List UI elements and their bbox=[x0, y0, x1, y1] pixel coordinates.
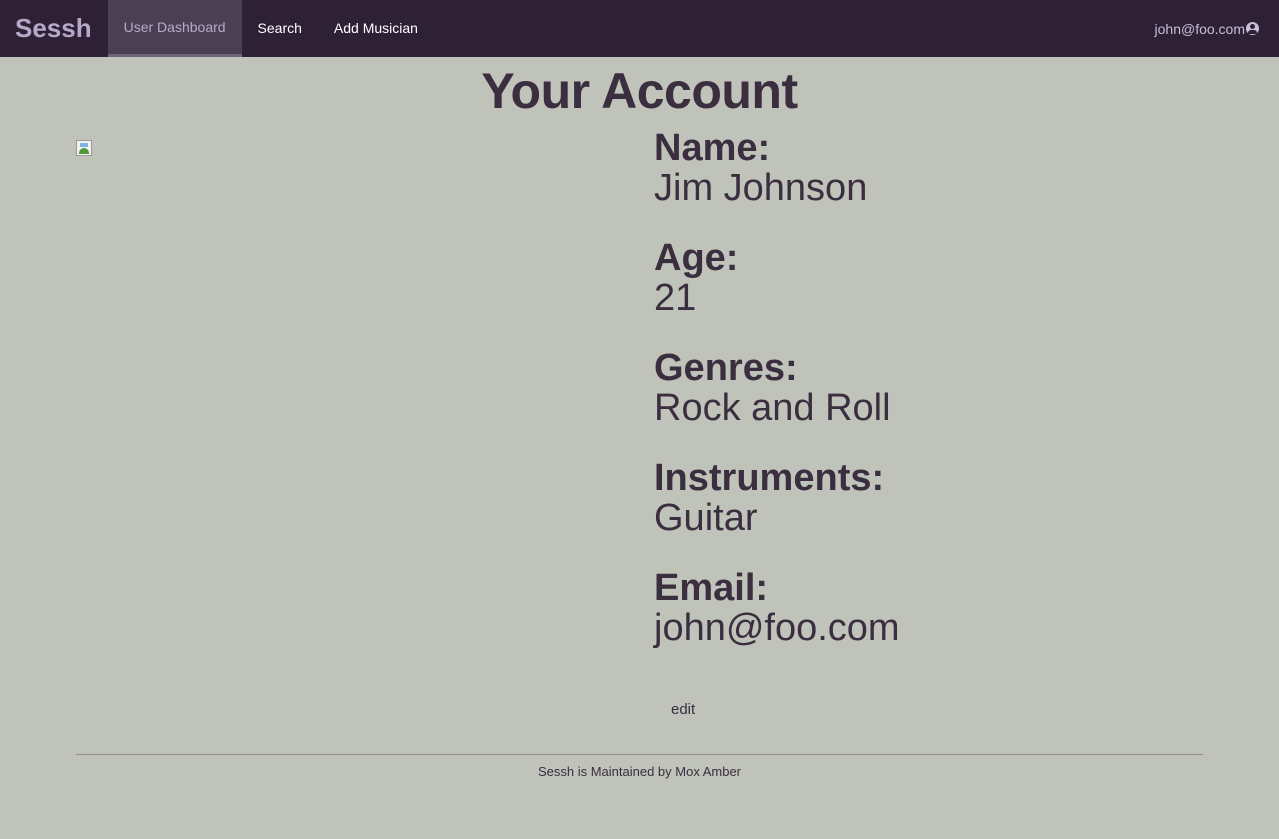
field-age: Age: 21 bbox=[654, 238, 1214, 318]
field-label: Age: bbox=[654, 237, 739, 279]
nav-link-add-musician[interactable]: Add Musician bbox=[318, 0, 434, 57]
field-value: 21 bbox=[654, 277, 697, 319]
top-navbar: Sessh User Dashboard Search Add Musician… bbox=[0, 0, 1279, 57]
field-label: Name: bbox=[654, 127, 771, 169]
field-name: Name: Jim Johnson bbox=[654, 128, 1214, 208]
footer-text: Sessh is Maintained by Mox Amber bbox=[537, 764, 742, 779]
brand-logo[interactable]: Sessh bbox=[15, 0, 92, 57]
user-menu[interactable]: john@foo.com bbox=[1155, 0, 1259, 57]
footer-divider bbox=[76, 754, 1203, 755]
user-circle-icon[interactable] bbox=[1246, 22, 1259, 35]
profile-image-broken-icon bbox=[76, 140, 92, 156]
user-email[interactable]: john@foo.com bbox=[1155, 21, 1245, 37]
edit-button[interactable]: edit bbox=[671, 701, 695, 718]
field-instruments: Instruments: Guitar bbox=[654, 458, 1214, 538]
field-value: john@foo.com bbox=[654, 607, 900, 649]
field-value: Rock and Roll bbox=[654, 387, 891, 429]
field-label: Genres: bbox=[654, 347, 798, 389]
nav-link-search[interactable]: Search bbox=[242, 0, 318, 57]
field-email: Email: john@foo.com bbox=[654, 568, 1214, 648]
field-genres: Genres: Rock and Roll bbox=[654, 348, 1214, 428]
nav-link-user-dashboard[interactable]: User Dashboard bbox=[107, 0, 242, 57]
account-details: Name: Jim Johnson Age: 21 Genres: Rock a… bbox=[654, 128, 1214, 678]
field-value: Jim Johnson bbox=[654, 167, 868, 209]
field-label: Instruments: bbox=[654, 457, 885, 499]
field-value: Guitar bbox=[654, 497, 758, 539]
page-title: Your Account bbox=[481, 63, 798, 119]
field-label: Email: bbox=[654, 567, 769, 609]
